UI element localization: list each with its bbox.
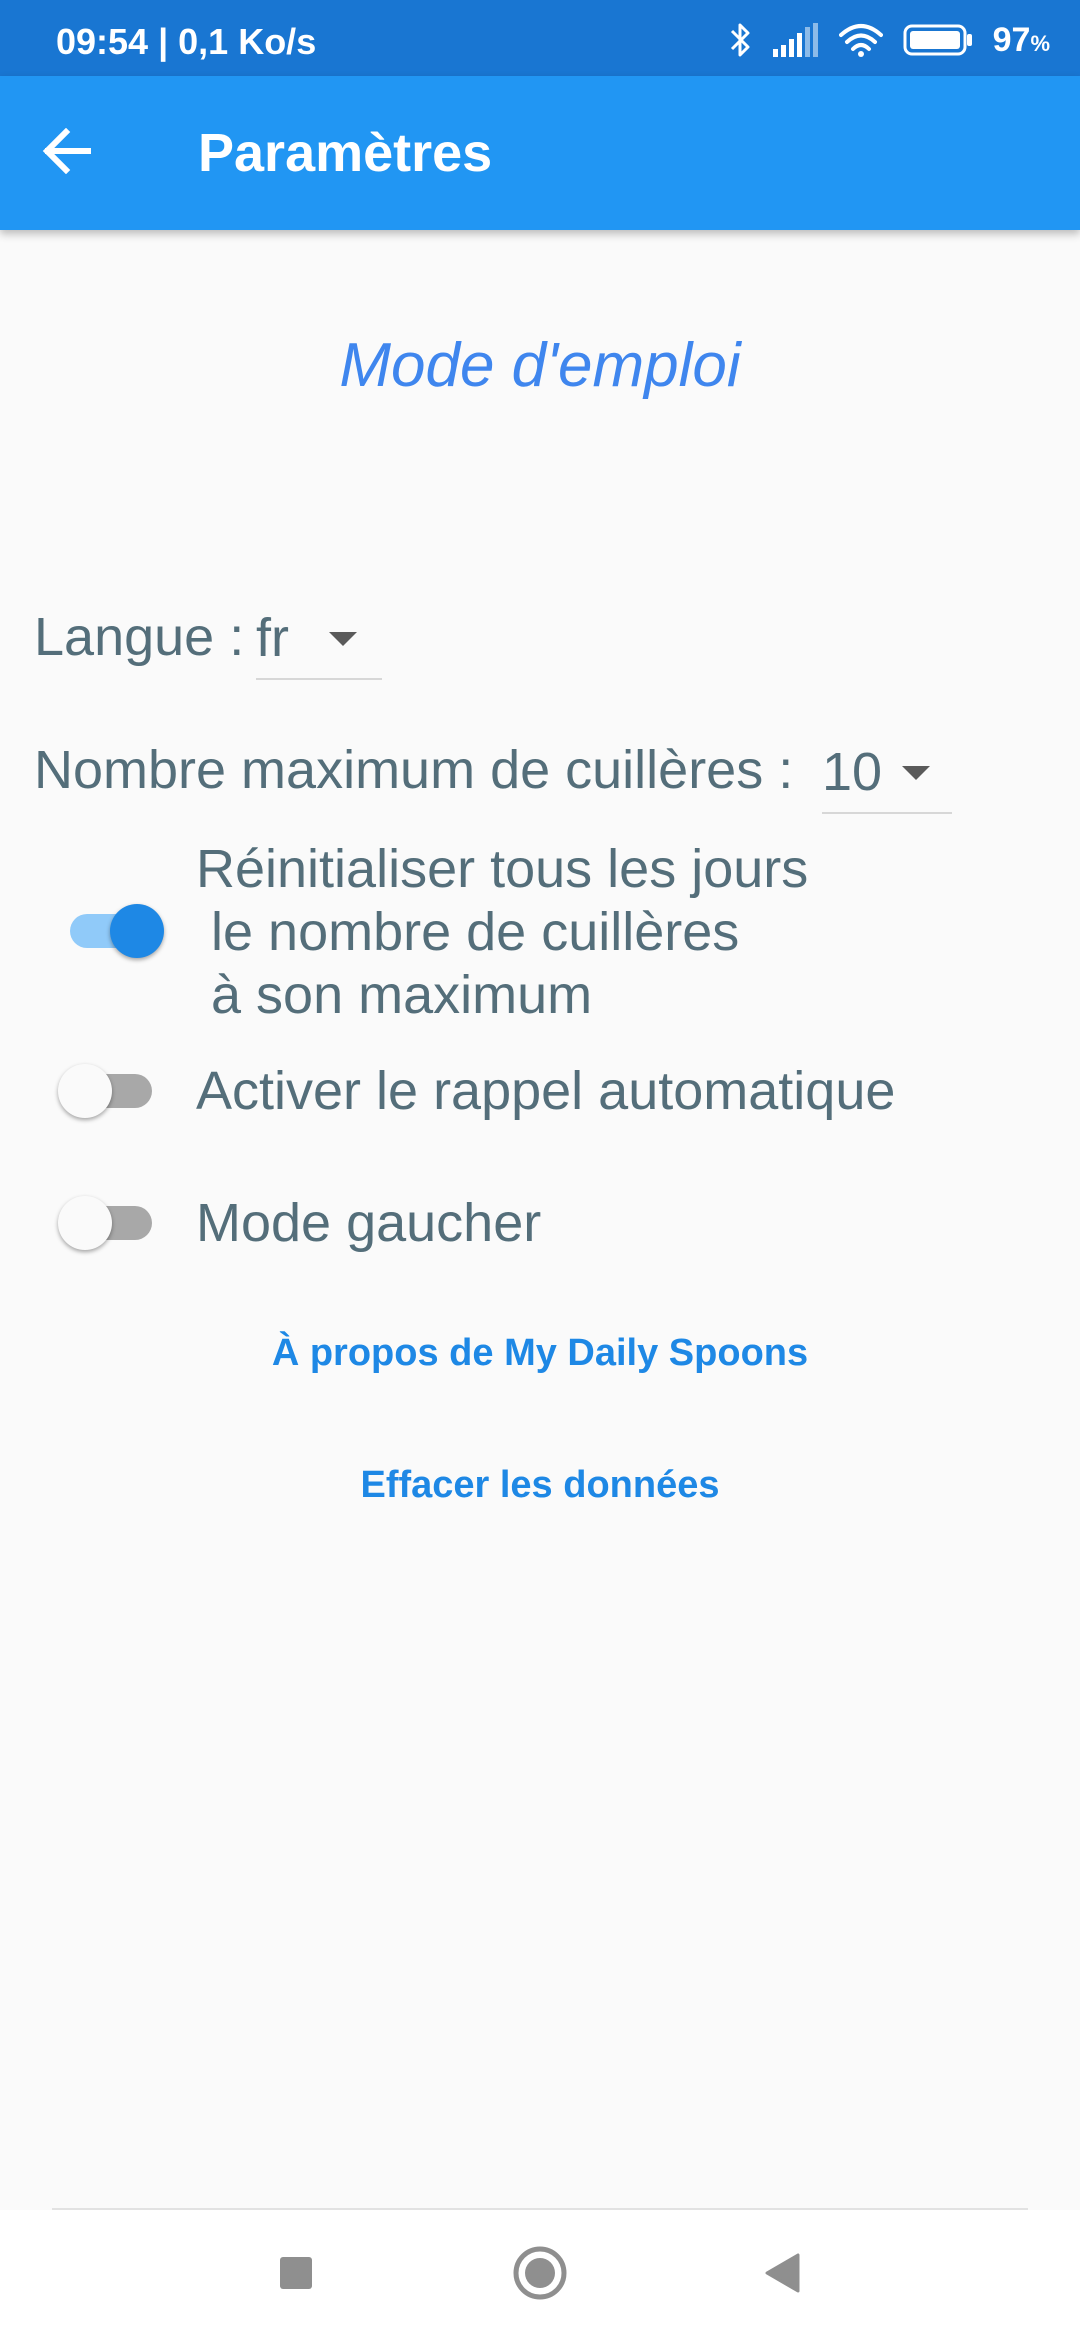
square-icon (279, 2256, 313, 2295)
home-circle-icon (512, 2245, 568, 2306)
reset-daily-label: Réinitialiser tous les jours le nombre d… (196, 838, 808, 1027)
status-time-speed: 09:54 | 0,1 Ko/s (56, 21, 317, 62)
reset-daily-label-line1: Réinitialiser tous les jours (196, 839, 809, 899)
help-link[interactable]: Mode d'emploi (0, 330, 1080, 401)
left-handed-toggle[interactable] (58, 1192, 158, 1252)
auto-reminder-toggle[interactable] (58, 1060, 158, 1120)
toggle-thumb (110, 904, 164, 958)
recents-button[interactable] (236, 2210, 356, 2340)
about-link[interactable]: À propos de My Daily Spoons (0, 1332, 1080, 1375)
battery-icon (903, 23, 973, 57)
back-button[interactable] (30, 116, 104, 190)
page-title: Paramètres (198, 123, 493, 183)
left-handed-label: Mode gaucher (196, 1193, 542, 1253)
home-button[interactable] (480, 2210, 600, 2340)
toggle-thumb (58, 1196, 112, 1250)
triangle-back-icon (764, 2253, 800, 2298)
wifi-icon (838, 23, 883, 57)
arrow-back-icon (42, 127, 92, 179)
reset-daily-label-line3: à son maximum (196, 965, 593, 1025)
reset-daily-label-line2: le nombre de cuillères (196, 902, 740, 962)
app-bar: Paramètres (0, 76, 1080, 230)
bluetooth-icon (729, 21, 753, 59)
caret-down-icon (329, 632, 357, 646)
battery-unit: % (1030, 31, 1050, 56)
language-value: fr (256, 608, 289, 669)
status-icons: 97% (729, 20, 1050, 60)
system-nav-bar (0, 2210, 1080, 2340)
toggle-thumb (58, 1064, 112, 1118)
status-bar: 09:54 | 0,1 Ko/s 97% (0, 0, 1080, 76)
system-back-button[interactable] (722, 2210, 842, 2340)
clear-data-link[interactable]: Effacer les données (0, 1464, 1080, 1507)
caret-down-icon (902, 766, 931, 780)
battery-value: 97 (992, 21, 1031, 59)
max-spoons-value: 10 (822, 742, 883, 803)
settings-screen: 09:54 | 0,1 Ko/s 97% Paramètres Mode d'e… (0, 0, 1080, 2340)
language-label: Langue : (34, 607, 245, 667)
reset-daily-toggle[interactable] (64, 900, 164, 960)
language-dropdown[interactable]: fr (256, 600, 382, 680)
auto-reminder-label: Activer le rappel automatique (196, 1061, 896, 1121)
max-spoons-label: Nombre maximum de cuillères : (34, 740, 794, 800)
signal-icon (772, 23, 819, 57)
battery-level: 97% (993, 23, 1050, 57)
max-spoons-dropdown[interactable]: 10 (822, 734, 952, 814)
